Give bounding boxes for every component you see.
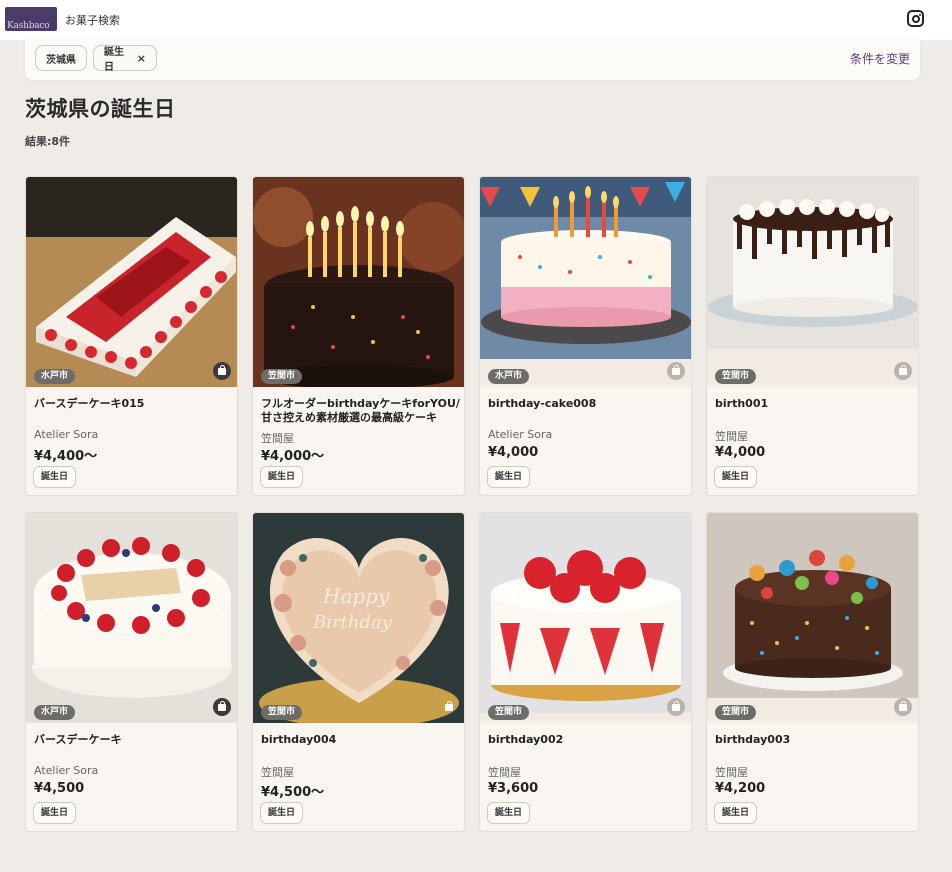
shopping-bag-icon[interactable]	[213, 698, 231, 716]
category-tag[interactable]: 誕生日	[33, 466, 77, 488]
product-name[interactable]: バースデーケーキ	[34, 733, 234, 747]
filter-bar: 茨城県 誕生日 × 条件を変更	[25, 38, 920, 80]
result-count: 結果:8件	[25, 135, 71, 148]
area-tag: 笠間市	[715, 705, 757, 720]
area-tag: 笠間市	[261, 705, 303, 720]
product-price: ¥4,000	[715, 445, 766, 460]
change-conditions-link[interactable]: 条件を変更	[850, 50, 910, 67]
product-image[interactable]: 笠間市	[480, 513, 691, 723]
top-navbar: Kashbaco お菓子検索	[0, 0, 952, 40]
area-tag: 水戸市	[488, 369, 530, 384]
area-tag: 水戸市	[34, 705, 76, 720]
product-name[interactable]: バースデーケーキ015	[34, 397, 234, 411]
filter-chip-occasion[interactable]: 誕生日 ×	[93, 45, 157, 73]
area-tag: 笠間市	[715, 369, 757, 384]
product-name[interactable]: birthday004	[261, 733, 461, 747]
instagram-icon[interactable]	[907, 10, 924, 27]
filter-chip-prefecture[interactable]: 茨城県	[35, 45, 87, 71]
shopping-bag-icon[interactable]	[667, 362, 685, 380]
product-image[interactable]: 笠間市	[253, 177, 464, 387]
category-tag[interactable]: 誕生日	[714, 466, 758, 488]
shop-name: 笠間屋	[715, 766, 748, 779]
product-image[interactable]: 水戸市	[480, 177, 691, 387]
product-image[interactable]: 笠間市	[707, 513, 918, 723]
shop-name: Atelier Sora	[34, 764, 99, 777]
close-icon[interactable]: ×	[137, 52, 146, 65]
site-logo[interactable]: Kashbaco	[5, 7, 57, 31]
product-image[interactable]: Happy Birthday 笠間市	[253, 513, 464, 723]
filter-chip-label: 茨城県	[46, 54, 76, 66]
category-tag[interactable]: 誕生日	[714, 802, 758, 824]
shopping-bag-icon[interactable]	[440, 698, 458, 716]
category-tag[interactable]: 誕生日	[487, 802, 531, 824]
category-tag[interactable]: 誕生日	[260, 802, 304, 824]
product-card[interactable]: 笠間市 birth001 笠間屋 ¥4,000 誕生日	[706, 176, 919, 496]
shop-name: 笠間屋	[261, 432, 294, 445]
product-name[interactable]: birthday-cake008	[488, 397, 688, 411]
product-card[interactable]: 水戸市 バースデーケーキ015 Atelier Sora ¥4,400〜 誕生日	[25, 176, 238, 496]
product-name[interactable]: birthday002	[488, 733, 688, 747]
product-image[interactable]: 水戸市	[26, 513, 237, 723]
category-tag[interactable]: 誕生日	[487, 466, 531, 488]
product-image[interactable]: 笠間市	[707, 177, 918, 387]
product-price: ¥4,000	[488, 445, 539, 460]
product-price: ¥4,500	[34, 781, 85, 796]
product-price: ¥3,600	[488, 781, 539, 796]
category-tag[interactable]: 誕生日	[33, 802, 77, 824]
logo-text: Kashbaco	[7, 21, 50, 31]
product-name[interactable]: birth001	[715, 397, 915, 411]
shopping-bag-icon[interactable]	[213, 362, 231, 380]
shopping-bag-icon[interactable]	[894, 698, 912, 716]
page-title: 茨城県の誕生日	[25, 97, 176, 121]
svg-text:Happy: Happy	[322, 584, 390, 608]
shopping-bag-icon[interactable]	[894, 362, 912, 380]
product-name[interactable]: フルオーダーbirthdayケーキforYOU/甘さ控えめ素材厳選の最高級ケーキ	[261, 397, 461, 425]
product-price: ¥4,200	[715, 781, 766, 796]
site-title[interactable]: お菓子検索	[65, 12, 120, 28]
product-price: ¥4,500〜	[261, 785, 325, 800]
product-card[interactable]: 笠間市 birthday003 笠間屋 ¥4,200 誕生日	[706, 512, 919, 832]
svg-text:Birthday: Birthday	[312, 612, 393, 633]
product-card[interactable]: 笠間市 birthday002 笠間屋 ¥3,600 誕生日	[479, 512, 692, 832]
product-price: ¥4,000〜	[261, 449, 325, 464]
product-card[interactable]: 水戸市 バースデーケーキ Atelier Sora ¥4,500 誕生日	[25, 512, 238, 832]
shop-name: 笠間屋	[261, 766, 294, 779]
product-card[interactable]: 笠間市 フルオーダーbirthdayケーキforYOU/甘さ控えめ素材厳選の最高…	[252, 176, 465, 496]
shop-name: 笠間屋	[715, 430, 748, 443]
product-name[interactable]: birthday003	[715, 733, 915, 747]
product-card[interactable]: 水戸市 birthday-cake008 Atelier Sora ¥4,000…	[479, 176, 692, 496]
category-tag[interactable]: 誕生日	[260, 466, 304, 488]
product-image[interactable]: 水戸市	[26, 177, 237, 387]
shopping-bag-icon[interactable]	[667, 698, 685, 716]
product-price: ¥4,400〜	[34, 449, 98, 464]
product-card[interactable]: Happy Birthday 笠間市 birthday004 笠間屋 ¥4,50…	[252, 512, 465, 832]
area-tag: 笠間市	[488, 705, 530, 720]
shop-name: 笠間屋	[488, 766, 521, 779]
area-tag: 水戸市	[34, 369, 76, 384]
shop-name: Atelier Sora	[34, 428, 99, 441]
area-tag: 笠間市	[261, 369, 303, 384]
filter-chip-label: 誕生日	[104, 47, 124, 73]
shop-name: Atelier Sora	[488, 428, 553, 441]
